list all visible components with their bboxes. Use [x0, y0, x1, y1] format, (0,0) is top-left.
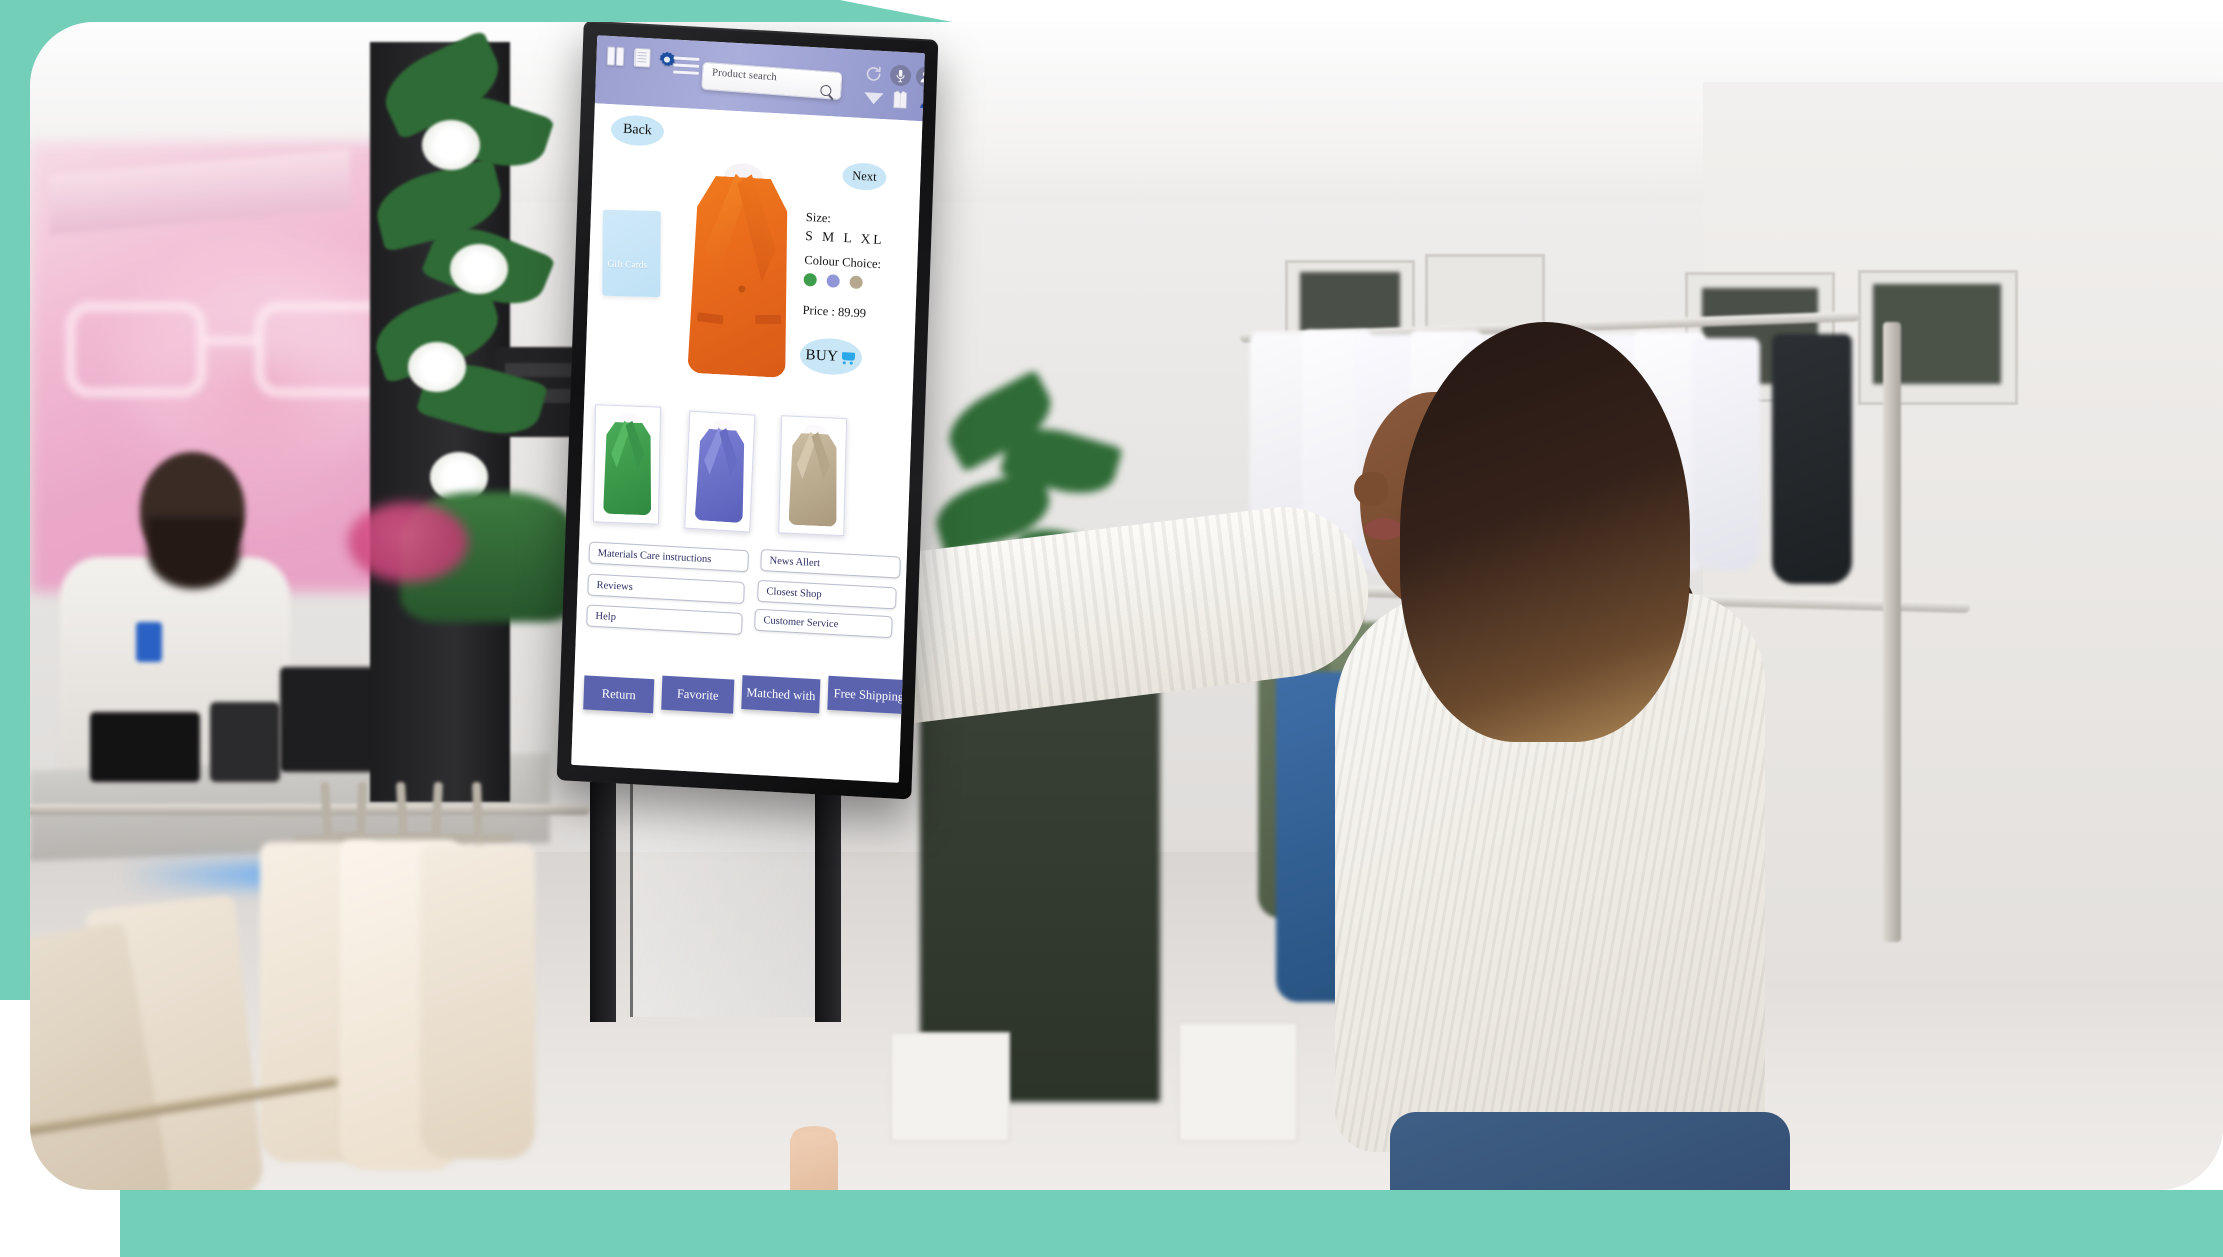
pos-terminal: [90, 712, 200, 782]
thumbnail-tan-blazer[interactable]: [778, 415, 848, 537]
white-flower: [422, 120, 480, 170]
person-icon[interactable]: [919, 91, 925, 115]
link-closest-shop[interactable]: Closest Shop: [757, 579, 897, 610]
pos-stand: [210, 702, 280, 782]
microphone-icon[interactable]: [889, 64, 912, 87]
link-news-allert[interactable]: News Allert: [760, 548, 901, 579]
product-specs: Size: S M L XL Colour Choice: Price: 89…: [802, 210, 925, 325]
info-links: Materials Care instructions News Allert …: [586, 541, 919, 639]
screenshot-root: Product search Back Next Gift Cards Size…: [0, 0, 2223, 1257]
clerk-beard: [148, 517, 240, 589]
store-photo: Product search Back Next Gift Cards Size…: [30, 22, 2223, 1190]
matched-with-button[interactable]: Matched with: [741, 675, 821, 714]
foreground-clothing-rack: [30, 781, 570, 1190]
hair-crown: [1400, 322, 1690, 742]
refresh-icon[interactable]: [864, 64, 884, 89]
kiosk-screen: Product search Back Next Gift Cards Size…: [571, 35, 925, 783]
product-page: Back Next Gift Cards Size: S M L XL Colo…: [571, 103, 925, 783]
book-columns-icon[interactable]: [606, 45, 626, 73]
colour-swatch-periwinkle[interactable]: [826, 274, 840, 288]
size-option-s[interactable]: S: [805, 228, 816, 244]
gift-cards-panel[interactable]: Gift Cards: [602, 209, 661, 298]
teal-frame-bottom: [0, 1190, 2223, 1257]
size-option-l[interactable]: L: [843, 230, 854, 246]
buy-label: BUY: [805, 346, 839, 365]
magnifier-icon[interactable]: [820, 84, 832, 97]
link-help[interactable]: Help: [586, 604, 743, 635]
lips: [1364, 518, 1404, 540]
price-label: Price : 89.99: [802, 302, 867, 321]
size-options[interactable]: S M L XL: [805, 228, 925, 251]
favorite-button[interactable]: Favorite: [661, 675, 735, 714]
shopper: [644, 322, 1920, 1190]
shopping-cart-icon: [841, 351, 856, 365]
size-option-xl[interactable]: XL: [860, 231, 885, 247]
shoe-ankle-strap: [792, 1126, 836, 1146]
next-button[interactable]: Next: [841, 161, 887, 192]
free-shipping-button[interactable]: Free Shipping: [827, 675, 911, 715]
kiosk-monitor: Product search Back Next Gift Cards Size…: [556, 22, 939, 800]
colour-swatch-tan[interactable]: [849, 275, 863, 290]
notebook-icon[interactable]: [632, 46, 653, 74]
kiosk-stand-post: [815, 782, 841, 1022]
poster-glasses: [60, 292, 420, 412]
pink-flowers: [348, 502, 468, 582]
kiosk-stand: [590, 782, 920, 1042]
white-flower: [408, 342, 466, 392]
buy-button[interactable]: BUY: [799, 336, 863, 377]
thumbnail-blue-blazer[interactable]: [684, 410, 756, 533]
chevron-down-icon[interactable]: [863, 90, 885, 112]
link-reviews[interactable]: Reviews: [587, 573, 745, 605]
return-button[interactable]: Return: [583, 675, 655, 714]
nose: [1354, 472, 1388, 506]
add-person-icon[interactable]: [915, 65, 925, 88]
kiosk-stand-post: [590, 782, 616, 1022]
action-bar: Return Favorite Matched with Free Shippi…: [583, 663, 914, 731]
colour-swatches[interactable]: [803, 272, 923, 293]
back-button[interactable]: Back: [610, 114, 665, 148]
hero-pocket-right: [755, 314, 782, 325]
thumbnail-strip: [592, 402, 916, 545]
product-hero-image[interactable]: [681, 160, 799, 381]
white-flower: [450, 244, 508, 294]
display-box: [890, 1032, 1010, 1142]
display-shoe: [730, 1126, 850, 1190]
shirt-icon[interactable]: [893, 90, 908, 116]
search-placeholder: Product search: [711, 67, 778, 84]
hamburger-menu-icon[interactable]: [672, 52, 700, 78]
thumbnail-green-blazer[interactable]: [592, 404, 662, 525]
colour-label: Colour Choice:: [804, 252, 882, 272]
size-option-m[interactable]: M: [822, 229, 838, 245]
gift-cards-label: Gift Cards: [607, 259, 648, 271]
link-customer-service[interactable]: Customer Service: [754, 608, 893, 639]
clerk-badge: [136, 622, 162, 662]
search-input[interactable]: Product search: [701, 61, 843, 101]
kiosk-stand-glass: [630, 782, 830, 1017]
colour-swatch-green[interactable]: [803, 272, 817, 287]
jeans: [1390, 1112, 1790, 1190]
link-materials-care-instructions[interactable]: Materials Care instructions: [588, 541, 749, 573]
